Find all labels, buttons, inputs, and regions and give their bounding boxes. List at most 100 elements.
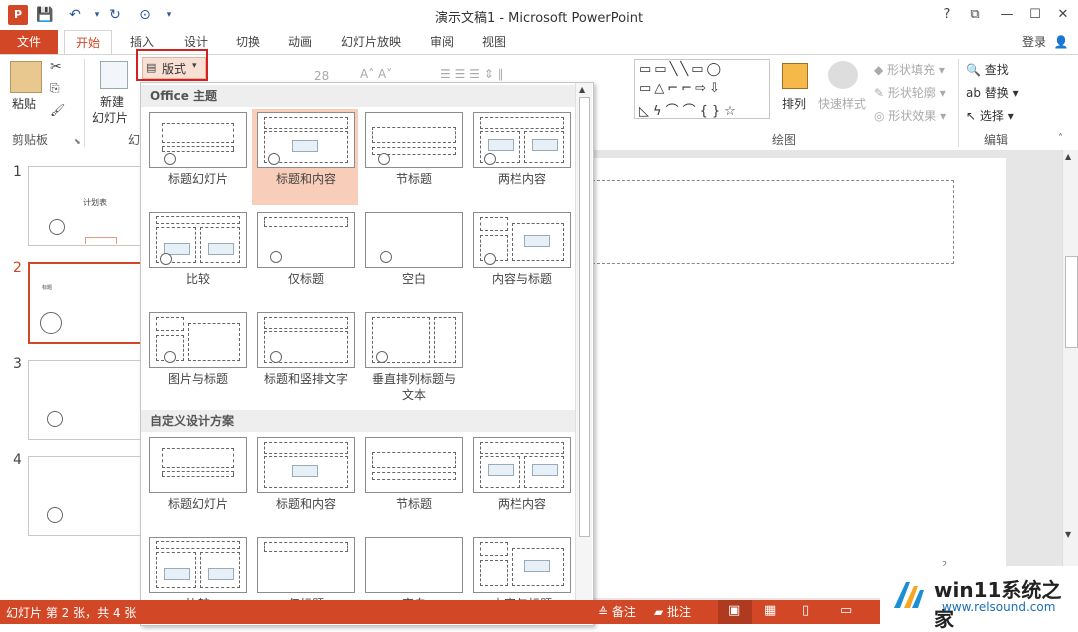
slide-canvas[interactable]: 2 <box>592 158 1006 598</box>
clipboard-launcher-icon[interactable]: ⬊ <box>74 137 81 146</box>
custom-layout-title-and-content[interactable]: 标题和内容 <box>252 434 358 530</box>
help-button[interactable]: ? <box>936 4 958 26</box>
layout-thumb <box>473 212 571 268</box>
layout-label: 标题幻灯片 <box>167 172 228 186</box>
normal-view-icon: ▣ <box>728 603 741 618</box>
notes-button[interactable]: ≙ 备注 <box>598 603 636 620</box>
undo-icon[interactable]: ↶ <box>64 5 86 25</box>
layout-title-slide[interactable]: 标题幻灯片 <box>144 109 250 205</box>
title-bar: P 💾 ↶ ▾ ↻ ⊙ ▾ 演示文稿1 - Microsoft PowerPoi… <box>0 0 1078 30</box>
layout-thumb <box>257 312 355 368</box>
select-button[interactable]: ↖ 选择 ▾ <box>966 107 1014 124</box>
slide-sorter-icon[interactable]: ▦ <box>764 603 776 618</box>
slide-thumbnail-3[interactable] <box>28 360 142 440</box>
shapes-row-2: ▭△⌐⌐⇨⇩ <box>639 81 723 96</box>
normal-view-button[interactable]: ▣ <box>718 600 752 624</box>
slide-thumbnail-2[interactable]: 标题 <box>28 262 144 344</box>
tab-file[interactable]: 文件 <box>0 30 58 54</box>
minimize-button[interactable]: — <box>996 4 1018 26</box>
layout-label: 标题和内容 <box>275 172 336 186</box>
redo-icon[interactable]: ↻ <box>104 5 126 25</box>
tab-slideshow[interactable]: 幻灯片放映 <box>336 30 406 54</box>
custom-layout-title-slide[interactable]: 标题幻灯片 <box>144 434 250 530</box>
layout-thumb <box>365 437 463 493</box>
tab-transitions[interactable]: 切换 <box>228 30 268 54</box>
comments-button[interactable]: ▰ 批注 <box>654 603 691 620</box>
custom-layout-two-content[interactable]: 两栏内容 <box>468 434 574 530</box>
scroll-down-icon[interactable]: ▼ <box>1065 530 1071 539</box>
account-icon[interactable]: 👤 <box>1052 34 1070 50</box>
shape-fill-button[interactable]: ◆ 形状填充 ▾ <box>874 61 945 78</box>
bullets-icon[interactable]: ☰ ☰ ☰ ⇕ ∥ <box>440 67 504 81</box>
ribbon-display-options-icon[interactable]: ⧉ <box>964 4 986 26</box>
layout-two-content[interactable]: 两栏内容 <box>468 109 574 205</box>
close-button[interactable]: ✕ <box>1052 4 1074 26</box>
reading-view-icon[interactable]: ▯ <box>802 603 809 618</box>
font-size-box[interactable]: 28 <box>314 69 329 83</box>
shape-outline-label: 形状轮廓 <box>887 86 936 100</box>
vertical-scrollbar[interactable]: ▲ ▼ <box>1062 150 1078 600</box>
shape-fill-label: 形状填充 <box>887 63 936 77</box>
layout-vertical-title-text[interactable]: 垂直排列标题与 文本 <box>360 309 466 419</box>
arrange-icon[interactable] <box>782 63 808 89</box>
comments-label: 批注 <box>667 605 692 619</box>
tab-review[interactable]: 审阅 <box>422 30 462 54</box>
tab-home[interactable]: 开始 <box>64 30 112 55</box>
slide-thumbnail-1[interactable]: 计划表 <box>28 166 142 246</box>
layout-picture-with-caption[interactable]: 图片与标题 <box>144 309 250 405</box>
layout-dropdown-icon: ▾ <box>192 61 197 71</box>
tab-animations[interactable]: 动画 <box>280 30 320 54</box>
layout-content-with-caption[interactable]: 内容与标题 <box>468 209 574 305</box>
slide-number: 2 <box>13 260 22 276</box>
new-slide-icon[interactable] <box>100 61 128 89</box>
dropdown-scroll-thumb[interactable] <box>579 97 590 537</box>
shapes-gallery[interactable]: ▭▭╲╲▭◯ ▭△⌐⌐⇨⇩ ◺ϟ⌒⌒{}☆ <box>634 59 770 119</box>
layout-section-header[interactable]: 节标题 <box>360 109 466 205</box>
custom-layout-section-header[interactable]: 节标题 <box>360 434 466 530</box>
layout-button[interactable]: ▤ 版式 ▾ <box>142 57 206 79</box>
slide-count-status: 幻灯片 第 2 张，共 4 张 <box>6 606 137 620</box>
format-painter-icon[interactable]: 🖌 <box>50 103 65 117</box>
replace-button[interactable]: ab 替换 ▾ <box>966 84 1019 101</box>
powerpoint-logo-icon: P <box>8 5 28 25</box>
content-placeholder[interactable] <box>592 180 954 264</box>
cut-icon[interactable]: ✂ <box>50 59 62 75</box>
scrollbar-thumb[interactable] <box>1065 256 1078 348</box>
dropdown-scrollbar[interactable]: ▲ ▼ <box>575 83 592 623</box>
slides-panel: 1 计划表 2 标题 3 4 <box>0 150 144 600</box>
slideshow-icon[interactable]: ▭ <box>840 603 852 618</box>
quick-styles-button[interactable]: 快速样式 <box>818 95 866 112</box>
collapse-ribbon-icon[interactable]: ˄ <box>1058 133 1063 144</box>
layout-label: 标题和竖排文字 <box>263 372 348 386</box>
copy-icon[interactable]: ⎘ <box>50 81 60 96</box>
find-button[interactable]: 🔍 查找 <box>966 61 1009 78</box>
layout-title-vertical-text[interactable]: 标题和竖排文字 <box>252 309 358 405</box>
dropdown-scroll-up-icon[interactable]: ▲ <box>579 85 585 94</box>
start-from-beginning-icon[interactable]: ⊙ <box>134 5 156 25</box>
new-slide-label[interactable]: 新建 <box>100 93 124 110</box>
arrange-button[interactable]: 排列 <box>782 95 806 112</box>
layout-label: 仅标题 <box>287 272 324 286</box>
layout-blank[interactable]: 空白 <box>360 209 466 305</box>
layout-title-and-content[interactable]: 标题和内容 <box>252 109 358 205</box>
save-icon[interactable]: 💾 <box>34 5 56 25</box>
customize-qat-icon[interactable]: ▾ <box>158 5 180 25</box>
slide-number: 3 <box>13 356 22 372</box>
grow-font-icon[interactable]: A˄ A˅ <box>360 67 392 81</box>
sign-in-link[interactable]: 登录 <box>1022 30 1046 54</box>
tab-view[interactable]: 视图 <box>474 30 514 54</box>
quick-styles-icon[interactable] <box>828 61 858 89</box>
layout-title-only[interactable]: 仅标题 <box>252 209 358 305</box>
new-slide-label-2[interactable]: 幻灯片 <box>92 109 128 126</box>
shape-effects-button[interactable]: ◎ 形状效果 ▾ <box>874 107 946 124</box>
slide-editing-area[interactable]: 2 <box>592 150 1062 600</box>
scroll-up-icon[interactable]: ▲ <box>1065 152 1071 161</box>
paste-icon[interactable] <box>10 61 42 93</box>
layout-comparison[interactable]: 比较 <box>144 209 250 305</box>
layout-thumb <box>473 437 571 493</box>
shape-outline-button[interactable]: ✎ 形状轮廓 ▾ <box>874 84 946 101</box>
layout-thumb <box>257 437 355 493</box>
maximize-button[interactable]: ☐ <box>1024 4 1046 26</box>
slide-thumbnail-4[interactable] <box>28 456 142 536</box>
paste-button[interactable]: 粘贴 <box>12 95 36 112</box>
